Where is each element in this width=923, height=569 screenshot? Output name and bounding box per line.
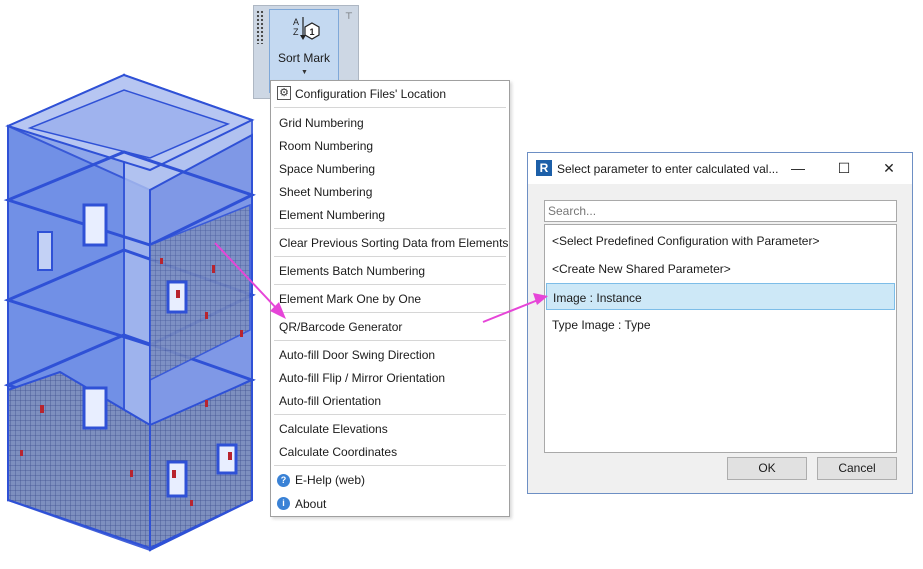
svg-text:1: 1 bbox=[310, 27, 315, 37]
menu-item-auto-fill-door-swing[interactable]: Auto-fill Door Swing Direction bbox=[279, 348, 435, 362]
list-item-create-shared-parameter[interactable]: <Create New Shared Parameter> bbox=[546, 255, 895, 282]
menu-item-e-help[interactable]: E-Help (web) bbox=[295, 473, 365, 487]
menu-separator bbox=[274, 312, 506, 313]
dialog-title: Select parameter to enter calculated val… bbox=[557, 162, 779, 176]
menu-item-element-numbering[interactable]: Element Numbering bbox=[279, 208, 385, 222]
chevron-down-icon: ▼ bbox=[301, 69, 308, 76]
revit-logo-icon: R bbox=[536, 160, 552, 176]
menu-separator bbox=[274, 465, 506, 466]
menu-separator bbox=[274, 228, 506, 229]
menu-item-calculate-elevations[interactable]: Calculate Elevations bbox=[279, 422, 388, 436]
cancel-button[interactable]: Cancel bbox=[817, 457, 897, 480]
menu-item-element-mark-one-by-one[interactable]: Element Mark One by One bbox=[279, 292, 421, 306]
sort-mark-icon: A Z 1 bbox=[293, 17, 320, 40]
menu-separator bbox=[274, 284, 506, 285]
menu-separator bbox=[274, 107, 506, 108]
list-item-predefined-configuration[interactable]: <Select Predefined Configuration with Pa… bbox=[546, 227, 895, 254]
search-input[interactable] bbox=[544, 200, 897, 222]
menu-item-about[interactable]: About bbox=[295, 497, 326, 511]
svg-text:A: A bbox=[293, 17, 299, 27]
pin-icon[interactable]: ⊤ bbox=[345, 11, 353, 22]
maximize-icon[interactable]: ☐ bbox=[829, 156, 859, 180]
menu-item-room-numbering[interactable]: Room Numbering bbox=[279, 139, 373, 153]
menu-item-sheet-numbering[interactable]: Sheet Numbering bbox=[279, 185, 372, 199]
menu-item-grid-numbering[interactable]: Grid Numbering bbox=[279, 116, 364, 130]
menu-item-elements-batch-numbering[interactable]: Elements Batch Numbering bbox=[279, 264, 425, 278]
ok-button[interactable]: OK bbox=[727, 457, 807, 480]
menu-item-calculate-coordinates[interactable]: Calculate Coordinates bbox=[279, 445, 397, 459]
help-icon: ? bbox=[277, 474, 290, 487]
menu-item-clear-sorting-data[interactable]: Clear Previous Sorting Data from Element… bbox=[279, 236, 508, 250]
select-parameter-dialog: R Select parameter to enter calculated v… bbox=[527, 152, 913, 494]
menu-item-qr-barcode-generator[interactable]: QR/Barcode Generator bbox=[279, 320, 402, 334]
menu-item-auto-fill-orientation[interactable]: Auto-fill Orientation bbox=[279, 394, 381, 408]
sort-mark-label: Sort Mark bbox=[277, 51, 330, 65]
menu-item-space-numbering[interactable]: Space Numbering bbox=[279, 162, 375, 176]
parameter-list: <Select Predefined Configuration with Pa… bbox=[544, 224, 897, 453]
panel-grip-handle[interactable] bbox=[256, 10, 264, 44]
gear-icon: ⚙ bbox=[277, 86, 291, 100]
menu-separator bbox=[274, 256, 506, 257]
list-item-type-image-type[interactable]: Type Image : Type bbox=[546, 311, 895, 338]
svg-text:Z: Z bbox=[293, 27, 299, 37]
close-icon[interactable]: ✕ bbox=[874, 156, 904, 180]
menu-separator bbox=[274, 340, 506, 341]
info-icon: i bbox=[277, 497, 290, 510]
sort-mark-dropdown-menu: ⚙ Configuration Files' Location Grid Num… bbox=[270, 80, 510, 517]
menu-separator bbox=[274, 414, 506, 415]
menu-item-configuration-files-location[interactable]: Configuration Files' Location bbox=[295, 87, 446, 101]
menu-item-auto-fill-flip-mirror[interactable]: Auto-fill Flip / Mirror Orientation bbox=[279, 371, 445, 385]
dialog-titlebar[interactable]: R Select parameter to enter calculated v… bbox=[528, 153, 912, 184]
list-item-image-instance[interactable]: Image : Instance bbox=[546, 283, 895, 310]
minimize-icon[interactable]: — bbox=[783, 156, 813, 180]
